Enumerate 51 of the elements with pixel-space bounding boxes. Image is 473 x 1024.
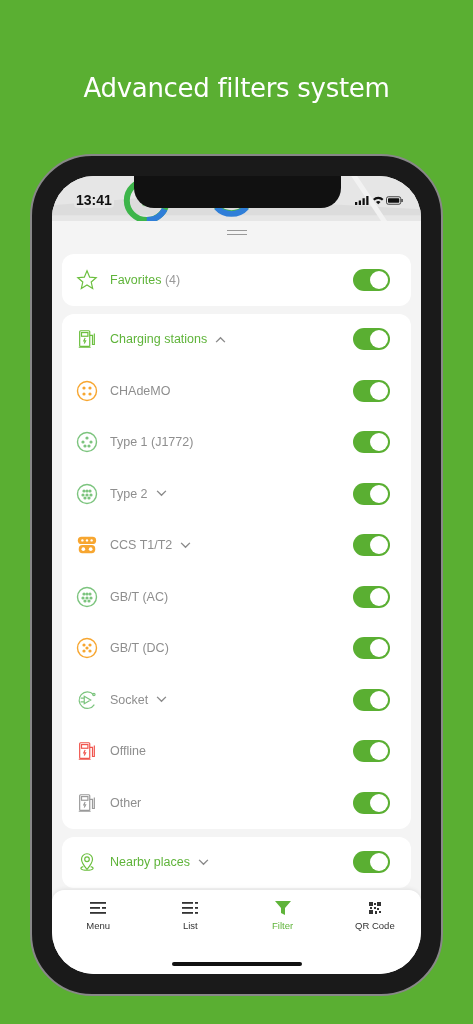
charging-station-icon <box>76 328 98 351</box>
charging-station-icon <box>76 740 98 763</box>
toggle-switch[interactable] <box>353 637 390 660</box>
section-title[interactable]: Nearby places <box>110 855 190 870</box>
filter-option[interactable]: CHAdeMO <box>110 383 171 398</box>
tab[interactable]: Filter <box>247 901 318 931</box>
status-icons <box>355 194 403 206</box>
connector-icon <box>76 585 98 608</box>
filter-option[interactable]: Type 2 <box>110 486 148 501</box>
headline: Advanced filters system <box>83 73 390 103</box>
toggle-switch[interactable] <box>353 851 390 874</box>
status-time: 13:41 <box>74 192 114 208</box>
expand-chevron-icon[interactable] <box>180 541 192 549</box>
toggle-switch[interactable] <box>353 268 390 291</box>
toggle-switch[interactable] <box>353 791 390 814</box>
section-title[interactable]: Favorites (4) <box>110 272 181 287</box>
filter-option[interactable]: GB/T (DC) <box>110 641 169 656</box>
star-icon <box>76 268 98 291</box>
filter-option[interactable]: Socket <box>110 692 149 707</box>
charging-station-icon <box>76 791 98 814</box>
expand-chevron-icon[interactable] <box>156 696 168 704</box>
toggle-switch[interactable] <box>353 379 390 402</box>
filter-option[interactable]: Type 1 (J1772) <box>110 435 194 450</box>
toggle-switch[interactable] <box>353 534 390 557</box>
plug-icon <box>76 688 98 711</box>
toggle-switch[interactable] <box>353 740 390 763</box>
toggle-switch[interactable] <box>353 431 390 454</box>
toggle-switch[interactable] <box>353 585 390 608</box>
expand-chevron-icon[interactable] <box>155 490 167 498</box>
tab[interactable]: Menu <box>63 901 134 931</box>
collapse-chevron-icon[interactable] <box>215 335 227 343</box>
connector-icon <box>76 379 98 402</box>
qr-code-icon <box>366 901 383 915</box>
section-title[interactable]: Charging stations <box>110 332 208 347</box>
toggle-switch[interactable] <box>353 688 390 711</box>
filter-option[interactable]: Offline <box>110 744 146 759</box>
toggle-switch[interactable] <box>353 482 390 505</box>
connector-icon <box>76 482 98 505</box>
filter-option[interactable]: CCS T1/T2 <box>110 538 173 553</box>
toggle-switch[interactable] <box>353 328 390 351</box>
drag-handle[interactable] <box>226 230 247 235</box>
filter-icon <box>274 901 291 915</box>
expand-chevron-icon[interactable] <box>197 858 209 866</box>
list-icon <box>182 901 199 915</box>
menu-icon <box>90 901 107 915</box>
connector-icon <box>76 637 98 660</box>
connector-icon <box>76 431 98 454</box>
filter-option[interactable]: GB/T (AC) <box>110 589 169 604</box>
tab[interactable]: QR Code <box>339 901 410 931</box>
tab[interactable]: List <box>155 901 226 931</box>
filter-option[interactable]: Other <box>110 795 142 810</box>
